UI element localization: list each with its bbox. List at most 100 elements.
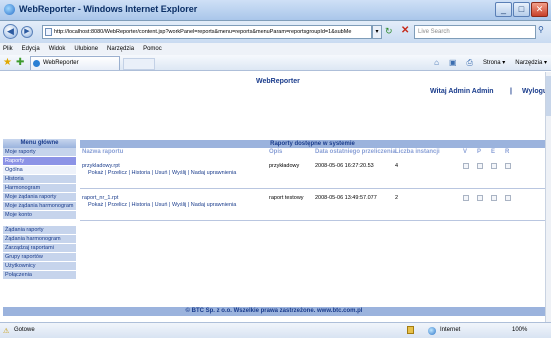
col-r: R [505,149,510,155]
maximize-button[interactable]: □ [513,2,530,17]
sidebar-item-schedule[interactable]: Harmonogram [3,184,76,193]
col-e: E [491,149,496,155]
sidebar-item-manage-reports[interactable]: Zarządzaj raportami [3,244,76,253]
search-icon[interactable]: ⚲ [538,25,549,39]
sidebar: Menu główne Moje raporty Raporty Ogólna … [3,139,76,280]
report-actions[interactable]: Pokaż | Przelicz | Historia | Usuń | Wyś… [88,170,236,176]
table-row: raport_nr_1.rpt Pokaż | Przelicz | Histo… [80,189,545,221]
permission-e-checkbox[interactable] [491,163,497,169]
report-name-link[interactable]: raport_nr_1.rpt [82,195,118,201]
permission-e-checkbox[interactable] [491,195,497,201]
report-instances: 2 [395,195,399,201]
permission-v-checkbox[interactable] [463,163,469,169]
close-button[interactable]: ✕ [531,2,548,17]
tab-favicon-icon [33,60,40,67]
table-header: Nazwa raportu Opis Data ostatniego przel… [80,148,545,157]
report-instances: 4 [395,163,399,169]
browser-tab[interactable]: WebReporter [30,56,120,70]
sidebar-item-connections[interactable]: Połączenia [3,271,76,280]
new-tab-button[interactable] [123,58,155,70]
navigation-bar: ◀ ▶ http://localhost:8080/WebReporter/co… [0,21,551,43]
sidebar-item-users[interactable]: Użytkownicy [3,262,76,271]
page-title: WebReporter [256,78,300,85]
menu-file[interactable]: Plik [3,43,13,55]
col-instance-count[interactable]: Liczba instancji [395,149,440,155]
col-p: P [477,149,482,155]
stop-icon[interactable]: ✕ [401,25,409,36]
permission-p-checkbox[interactable] [477,195,483,201]
tab-label: WebReporter [43,60,79,66]
back-button[interactable]: ◀ [3,24,18,39]
page-header: WebReporter Witaj Admin Admin | Wyloguj [0,72,549,138]
status-bar: ⚠ Gotowe Internet 100% [0,322,551,338]
forward-button[interactable]: ▶ [21,26,33,38]
sidebar-item-my-reports[interactable]: Moje raporty [3,148,76,157]
menu-help[interactable]: Pomoc [143,43,162,55]
page-icon [45,28,52,36]
refresh-icon[interactable]: ↻ [385,26,393,37]
feeds-icon[interactable]: ▣ [449,57,457,69]
window-title: WebReporter - Windows Internet Explorer [19,4,198,14]
page-content: WebReporter Witaj Admin Admin | Wyloguj … [0,72,549,322]
menu-favorites[interactable]: Ulubione [74,43,98,55]
sidebar-item-reports[interactable]: Raporty [3,157,76,166]
col-v: V [463,149,468,155]
vertical-scrollbar[interactable] [545,72,551,322]
welcome-text: Witaj Admin Admin [430,88,494,95]
menu-edit[interactable]: Edycja [22,43,40,55]
report-name-link[interactable]: przykladowy.rpt [82,163,120,169]
page-menu[interactable]: Strona ▾ [483,57,505,69]
address-bar[interactable]: http://localhost:8080/WebReporter/conten… [42,25,372,39]
col-report-name[interactable]: Nazwa raportu [82,149,123,155]
window-title-bar[interactable]: WebReporter - Windows Internet Explorer … [0,0,551,21]
menu-tools[interactable]: Narzędzia [107,43,134,55]
report-date: 2008-05-06 16:27:20.53 [315,163,374,169]
protected-mode-icon [407,326,414,334]
sidebar-heading: Menu główne [3,139,76,148]
report-description: przykładowy [269,163,300,169]
internet-zone-icon [428,327,436,335]
page-footer: © BTC Sp. z o.o. Wszelkie prawa zastrzeż… [3,307,545,316]
address-text: http://localhost:8080/WebReporter/conten… [54,29,352,35]
favorites-star-icon[interactable]: ★ [3,57,12,68]
home-icon[interactable]: ⌂ [434,57,439,69]
security-zone: Internet [440,327,461,333]
col-description[interactable]: Opis [269,149,282,155]
permission-v-checkbox[interactable] [463,195,469,201]
command-bar: ⌂ ▣ ⎙ Strona ▾ Narzędzia ▾ [434,57,547,69]
permission-r-checkbox[interactable] [505,163,511,169]
address-dropdown-button[interactable]: ▾ [372,25,382,39]
warning-icon: ⚠ [3,328,10,335]
reports-heading: Raporty dostępne w systemie [80,140,545,148]
zoom-level[interactable]: 100% [512,327,527,333]
tools-menu[interactable]: Narzędzia ▾ [515,57,547,69]
sidebar-item-history[interactable]: Historia [3,175,76,184]
scrollbar-thumb[interactable] [546,76,551,116]
report-actions[interactable]: Pokaż | Przelicz | Historia | Usuń | Wyś… [88,202,236,208]
report-date: 2008-05-06 13:49:57.077 [315,195,377,201]
sidebar-item-general[interactable]: Ogólna [3,166,76,175]
sidebar-item-schedule-requests[interactable]: Żądania harmonogram [3,235,76,244]
col-last-calculated[interactable]: Data ostatniego przeliczenia [315,149,396,155]
window-controls: _ □ ✕ [495,2,548,17]
table-row: przykladowy.rpt Pokaż | Przelicz | Histo… [80,157,545,189]
ie-app-icon [4,4,15,15]
search-input[interactable]: Live Search [414,25,536,39]
sidebar-item-my-schedule-requests[interactable]: Moje żądania harmonogram [3,202,76,211]
reports-panel: Raporty dostępne w systemie Nazwa raport… [80,140,545,221]
minimize-button[interactable]: _ [495,2,512,17]
menu-view[interactable]: Widok [49,43,66,55]
sidebar-item-report-requests[interactable]: Żądania raporty [3,226,76,235]
report-description: raport testowy [269,195,304,201]
permission-p-checkbox[interactable] [477,163,483,169]
print-icon[interactable]: ⎙ [467,57,473,69]
sidebar-item-my-report-requests[interactable]: Moje żądania raporty [3,193,76,202]
status-text: Gotowe [14,327,35,333]
menu-bar: Plik Edycja Widok Ulubione Narzędzia Pom… [0,43,551,55]
sidebar-item-report-groups[interactable]: Grupy raportów [3,253,76,262]
favorites-bar: ★ ✚ WebReporter ⌂ ▣ ⎙ Strona ▾ Narzędzia… [0,55,551,71]
permission-r-checkbox[interactable] [505,195,511,201]
add-favorite-icon[interactable]: ✚ [16,57,24,68]
sidebar-item-my-account[interactable]: Moje konto [3,211,76,220]
header-separator: | [510,88,512,95]
